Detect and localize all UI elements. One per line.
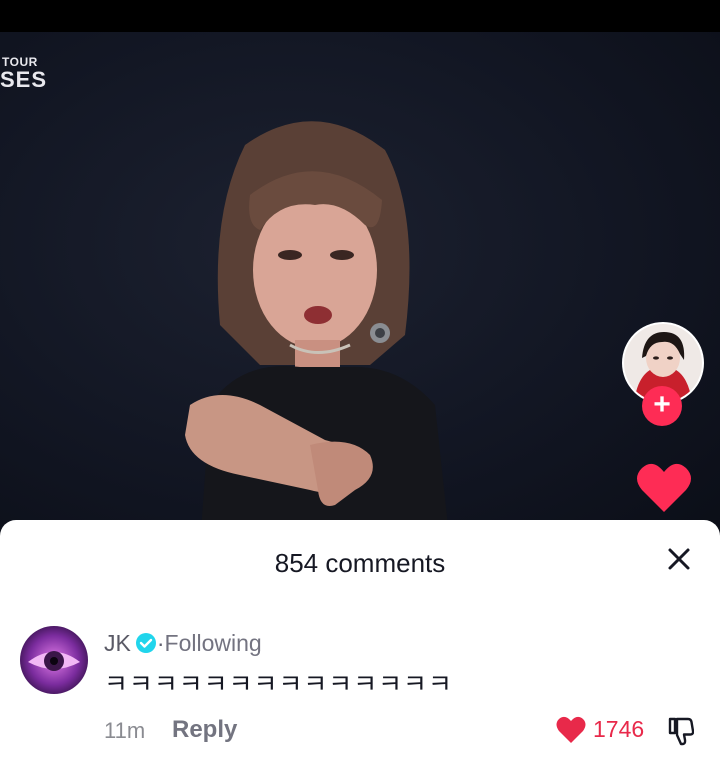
comment-like-count: 1746 <box>593 716 645 742</box>
close-icon[interactable] <box>664 544 694 574</box>
comment-user-line: JK ·Following <box>104 630 262 657</box>
comments-sheet: 854 comments JK ·Following ㅋㅋㅋㅋㅋㅋㅋㅋㅋㅋㅋㅋㅋㅋ… <box>0 520 720 768</box>
comment-username[interactable]: JK <box>104 630 131 656</box>
comment-following-label: Following <box>164 630 262 656</box>
comment-separator: · <box>156 630 165 656</box>
tour-watermark: TOUR SES <box>0 56 47 91</box>
reply-button[interactable]: Reply <box>172 716 237 744</box>
comment-timestamp: 11m <box>104 718 146 743</box>
status-bar <box>0 0 720 32</box>
commenter-avatar-image <box>20 626 88 694</box>
video-player[interactable]: TOUR SES <box>0 0 720 540</box>
verified-badge-icon <box>135 633 156 653</box>
follow-plus-button[interactable]: + <box>642 386 682 426</box>
tour-watermark-line2: SES <box>0 67 48 92</box>
heart-icon[interactable] <box>636 460 692 514</box>
performer-figure <box>185 121 450 540</box>
comment-like-icon[interactable] <box>556 716 586 744</box>
dislike-icon[interactable] <box>666 716 694 746</box>
comment-text: ㅋㅋㅋㅋㅋㅋㅋㅋㅋㅋㅋㅋㅋㅋ <box>104 669 453 699</box>
comments-count-title: 854 comments <box>274 548 446 578</box>
commenter-avatar[interactable] <box>20 626 88 694</box>
